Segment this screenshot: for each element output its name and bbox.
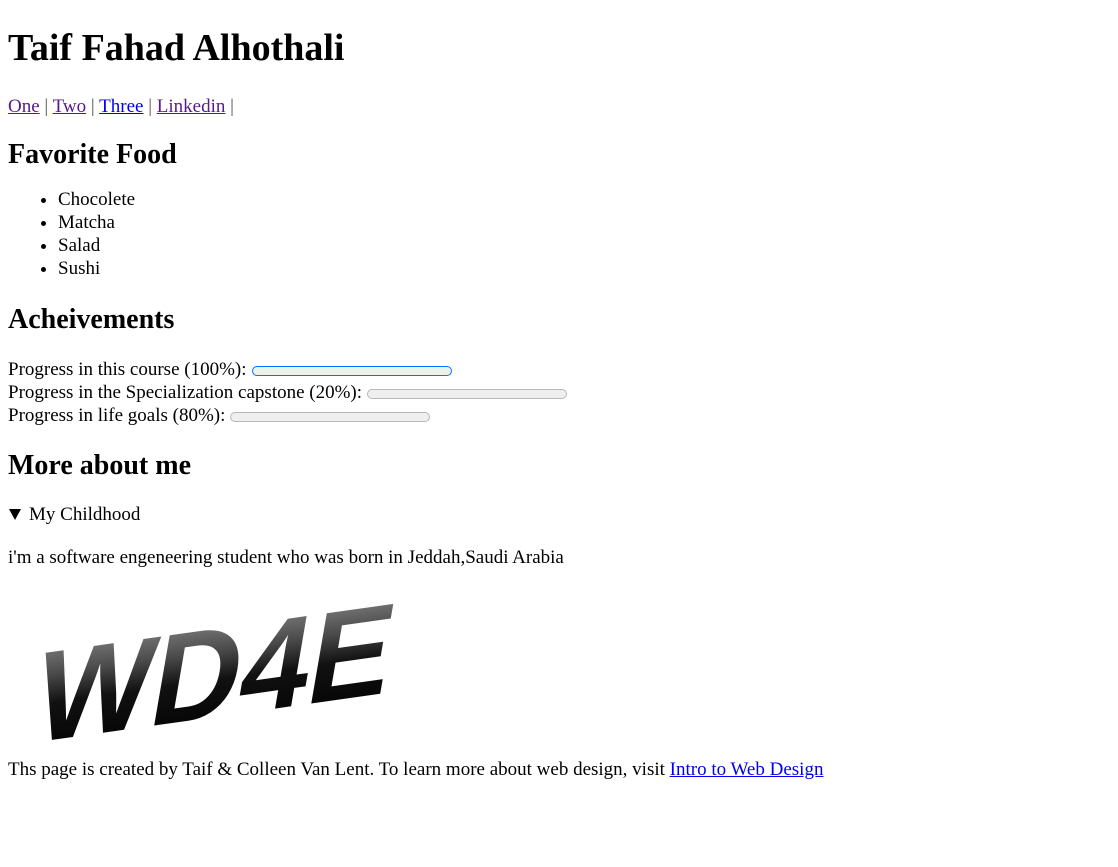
nav-separator: | bbox=[230, 96, 234, 117]
more-about-me-heading: More about me bbox=[8, 450, 191, 481]
nav-bar: One | Two | Three | Linkedin | bbox=[8, 95, 1110, 119]
list-item: Sushi bbox=[58, 257, 1110, 280]
nav-separator: | bbox=[44, 96, 49, 117]
nav-link-three[interactable]: Three bbox=[99, 96, 143, 117]
favorite-food-heading: Favorite Food bbox=[8, 139, 177, 170]
intro-to-web-design-link[interactable]: Intro to Web Design bbox=[670, 759, 824, 780]
progress-label: Progress in the Specialization capstone … bbox=[8, 382, 363, 403]
nav-link-linkedin[interactable]: Linkedin bbox=[157, 96, 226, 117]
list-item: Salad bbox=[58, 234, 1110, 257]
page: Taif Fahad Alhothali One | Two | Three |… bbox=[0, 25, 1118, 781]
progress-row-capstone: Progress in the Specialization capstone … bbox=[8, 381, 1110, 404]
triangle-down-icon bbox=[9, 509, 21, 520]
progress-list: Progress in this course (100%): Progress… bbox=[8, 358, 1110, 427]
progress-label: Progress in life goals (80%): bbox=[8, 405, 226, 426]
logo-text: WD4E bbox=[25, 591, 405, 751]
progress-row-life-goals: Progress in life goals (80%): bbox=[8, 404, 1110, 427]
childhood-text: i'm a software engeneering student who w… bbox=[8, 547, 564, 568]
footer: Ths page is created by Taif & Colleen Va… bbox=[8, 758, 1110, 781]
childhood-summary[interactable]: My Childhood bbox=[8, 503, 1110, 526]
progress-bar-course bbox=[251, 365, 452, 376]
progress-label: Progress in this course (100%): bbox=[8, 359, 247, 380]
list-item: Chocolete bbox=[58, 188, 1110, 211]
summary-label: My Childhood bbox=[29, 504, 141, 525]
nav-link-one[interactable]: One bbox=[8, 96, 40, 117]
food-list: Chocolete Matcha Salad Sushi bbox=[8, 188, 1110, 280]
nav-link-two[interactable]: Two bbox=[53, 96, 87, 117]
footer-text: Ths page is created by Taif & Colleen Va… bbox=[8, 759, 670, 780]
progress-bar-capstone bbox=[367, 388, 568, 399]
list-item: Matcha bbox=[58, 211, 1110, 234]
wd4e-logo: WD4E bbox=[25, 591, 405, 751]
page-title: Taif Fahad Alhothali bbox=[8, 27, 345, 69]
nav-separator: | bbox=[90, 96, 95, 117]
progress-bar-life-goals bbox=[230, 411, 431, 422]
nav-separator: | bbox=[148, 96, 153, 117]
achievements-heading: Acheivements bbox=[8, 304, 175, 335]
progress-row-course: Progress in this course (100%): bbox=[8, 358, 1110, 381]
